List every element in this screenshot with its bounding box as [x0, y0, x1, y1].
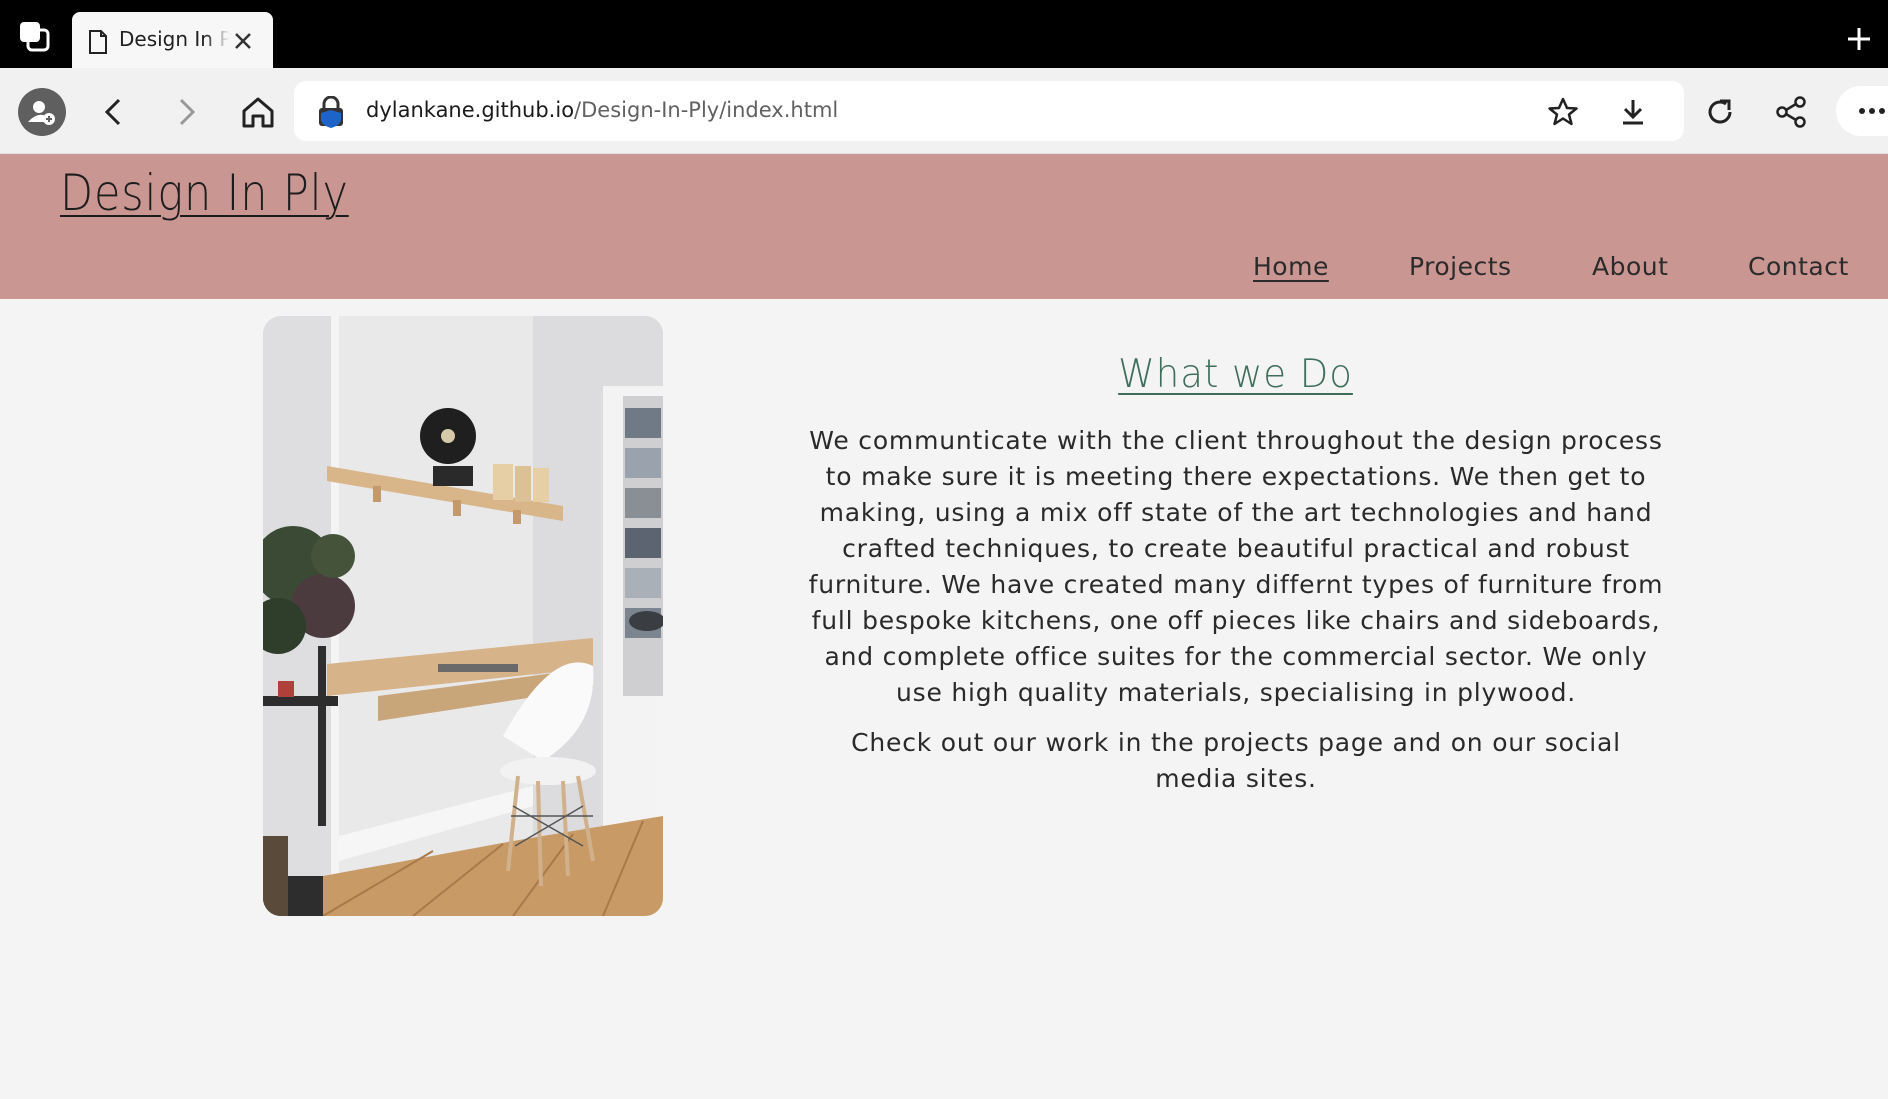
intro-paragraph: We communticate with the client througho…: [808, 426, 1664, 707]
reload-icon[interactable]: [1698, 90, 1742, 134]
url-host: dylankane.github.io: [366, 98, 575, 122]
home-icon[interactable]: [236, 90, 280, 134]
projects-paragraph: Check out our work in the projects page …: [851, 728, 1621, 793]
tab-switcher-icon[interactable]: [18, 20, 52, 54]
main-content: What we Do We communticate with the clie…: [806, 352, 1666, 811]
forward-icon[interactable]: [164, 90, 208, 134]
back-icon[interactable]: [92, 90, 136, 134]
url-text: dylankane.github.io/Design-In-Ply/index.…: [366, 98, 838, 122]
close-icon[interactable]: [230, 28, 256, 54]
desk-illustration: [263, 316, 663, 916]
browser-tab[interactable]: Design In Ply: [72, 12, 273, 68]
lock-icon[interactable]: [316, 96, 346, 128]
site-header: Design In Ply Home Projects About Contac…: [0, 154, 1888, 299]
nav-projects[interactable]: Projects: [1409, 252, 1512, 281]
more-icon: [1859, 108, 1885, 114]
share-icon[interactable]: [1770, 90, 1814, 134]
profile-icon: [28, 101, 55, 125]
profile-button[interactable]: [18, 88, 66, 136]
browser-toolbar: dylankane.github.io/Design-In-Ply/index.…: [0, 68, 1888, 154]
download-icon[interactable]: [1616, 95, 1650, 129]
star-icon[interactable]: [1546, 95, 1580, 129]
page-icon: [89, 30, 107, 54]
browser-tab-bar: Design In Ply: [0, 0, 1888, 68]
section-title: What we Do: [1118, 352, 1354, 397]
address-bar[interactable]: dylankane.github.io/Design-In-Ply/index.…: [294, 81, 1684, 141]
site-logo[interactable]: Design In Ply: [60, 164, 349, 222]
nav-contact[interactable]: Contact: [1748, 252, 1849, 281]
bookshelf: [623, 396, 663, 696]
nav-about[interactable]: About: [1592, 252, 1668, 281]
desk-photo: [263, 316, 663, 916]
nav-home[interactable]: Home: [1253, 252, 1329, 281]
plus-icon[interactable]: [1844, 24, 1874, 54]
url-path: /Design-In-Ply/index.html: [574, 98, 839, 122]
more-button[interactable]: [1836, 86, 1888, 136]
tab-title: Design In Ply: [119, 27, 229, 51]
